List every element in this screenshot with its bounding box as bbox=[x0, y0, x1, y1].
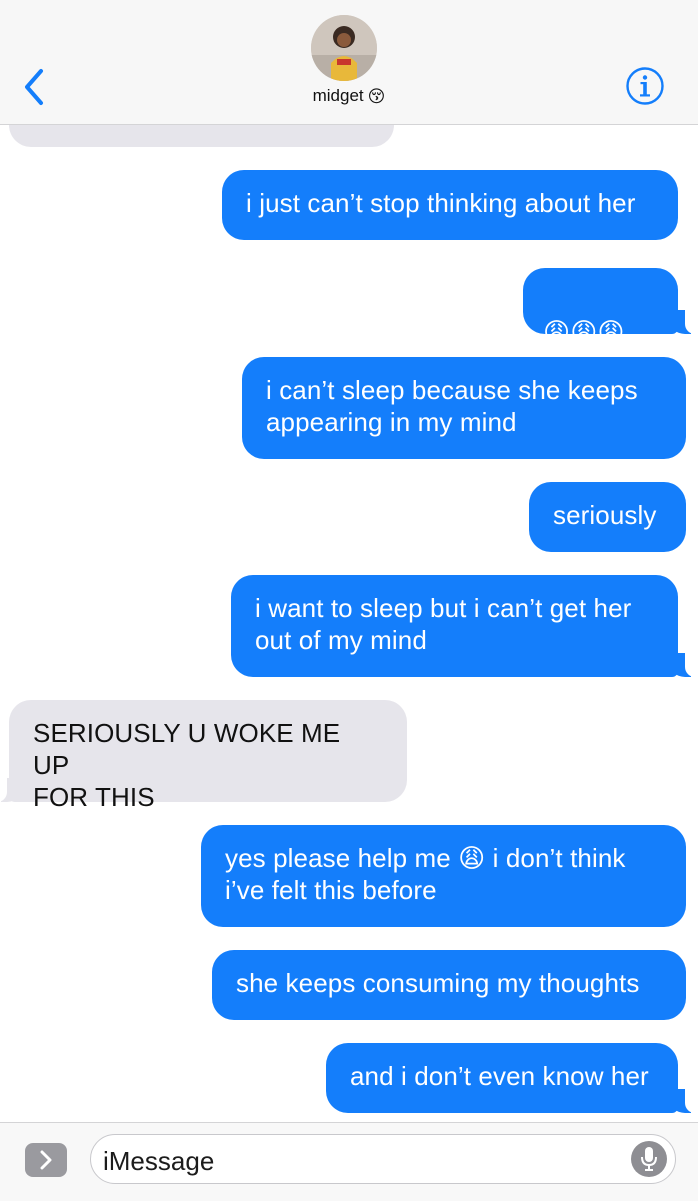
sent-message[interactable]: i can’t sleep because she keeps appearin… bbox=[242, 357, 686, 459]
compose-bar: iMessage bbox=[0, 1122, 698, 1201]
sent-message[interactable]: and i don’t even know her bbox=[326, 1043, 678, 1113]
contact-name: midget bbox=[312, 86, 364, 105]
sent-message[interactable]: i just can’t stop thinking about her bbox=[222, 170, 678, 240]
chevron-right-icon bbox=[40, 1150, 52, 1170]
info-button[interactable] bbox=[625, 66, 665, 106]
contact-avatar[interactable] bbox=[311, 15, 377, 81]
contact-name-row[interactable]: midget 😚 bbox=[0, 86, 698, 107]
message-input[interactable]: iMessage bbox=[90, 1134, 676, 1184]
message-input-placeholder: iMessage bbox=[103, 1146, 215, 1176]
app-drawer-button[interactable] bbox=[25, 1143, 67, 1177]
avatar-photo bbox=[311, 15, 377, 81]
received-message[interactable]: SERIOUSLY U WOKE ME UP FOR THIS bbox=[9, 700, 407, 812]
microphone-icon bbox=[641, 1147, 657, 1171]
received-message-clipped[interactable] bbox=[9, 125, 394, 147]
weary-face-emoji-group: 😩😩😩 bbox=[543, 317, 625, 347]
contact-emoji: 😚 bbox=[367, 87, 386, 106]
sent-message[interactable]: seriously bbox=[529, 482, 686, 552]
dictation-button[interactable] bbox=[631, 1141, 667, 1177]
conversation-header: midget 😚 bbox=[0, 0, 698, 125]
sent-message[interactable]: yes please help me 😩 i don’t think i’ve … bbox=[201, 825, 686, 927]
info-icon bbox=[626, 67, 664, 105]
sent-message[interactable]: she keeps consuming my thoughts bbox=[212, 950, 686, 1020]
sent-message[interactable]: i want to sleep but i can’t get her out … bbox=[231, 575, 678, 677]
sent-message-emoji[interactable]: 😩😩😩 bbox=[523, 268, 678, 347]
message-thread[interactable]: i just can’t stop thinking about her 😩😩😩… bbox=[0, 125, 698, 1122]
